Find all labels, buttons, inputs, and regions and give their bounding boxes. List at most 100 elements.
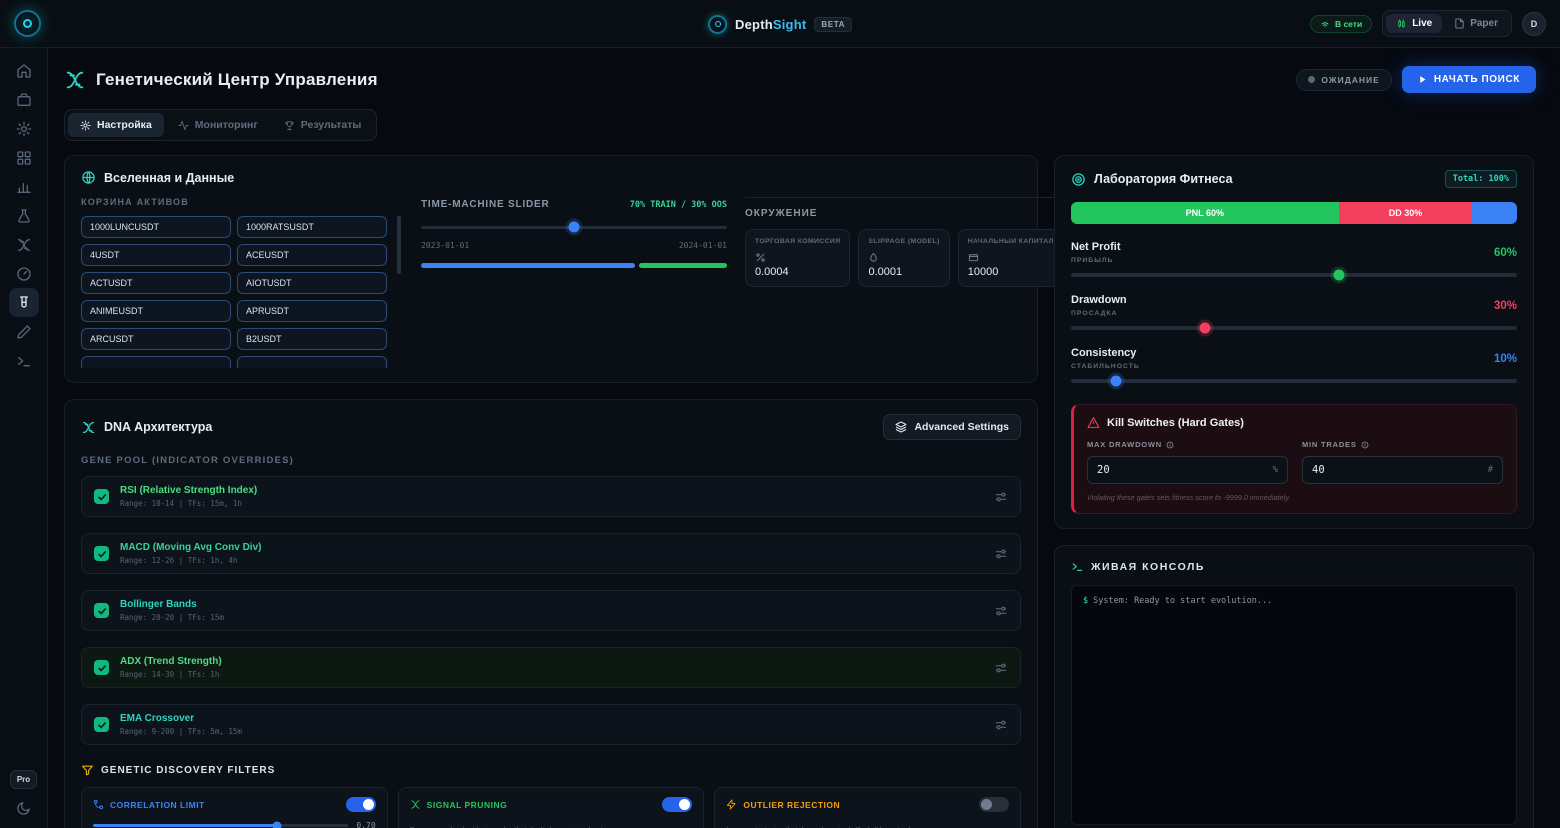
console-title: ЖИВАЯ КОНСОЛЬ — [1091, 561, 1205, 573]
net-profit-metric: Net Profit ПРИБЫЛЬ 60% — [1071, 241, 1517, 277]
sidebar-item-portfolio[interactable] — [9, 85, 39, 114]
theme-toggle[interactable] — [16, 801, 31, 816]
kill-switches-panel: Kill Switches (Hard Gates) MAX DRAWDOWN … — [1071, 404, 1517, 514]
sliders-icon[interactable] — [994, 490, 1008, 504]
sliders-icon[interactable] — [994, 718, 1008, 732]
asset-list-scrollbar[interactable] — [397, 216, 401, 274]
drawdown-sublabel: ПРОСАДКА — [1071, 310, 1127, 317]
correlation-slider-thumb[interactable] — [272, 821, 281, 828]
brand-name: DepthSight — [735, 17, 806, 32]
max-drawdown-input[interactable] — [1097, 464, 1273, 476]
time-machine-slider[interactable] — [421, 221, 727, 233]
correlation-slider[interactable] — [93, 824, 348, 827]
asset-chip[interactable]: ACEUSDT — [237, 244, 387, 266]
asset-chip[interactable] — [81, 356, 231, 368]
asset-chip[interactable]: B2USDT — [237, 328, 387, 350]
sidebar-item-home[interactable] — [9, 56, 39, 85]
asset-chip[interactable]: 1000RATSUSDT — [237, 216, 387, 238]
indicator-name: RSI (Relative Strength Index) — [120, 485, 983, 496]
asset-chip[interactable]: ARCUSDT — [81, 328, 231, 350]
brand: DepthSight BETA — [708, 0, 852, 48]
trophy-icon — [284, 120, 295, 131]
advanced-settings-button[interactable]: Advanced Settings — [883, 414, 1021, 440]
warning-icon — [1087, 416, 1100, 429]
sidebar-item-settings[interactable] — [9, 114, 39, 143]
sidebar-item-lab[interactable] — [9, 201, 39, 230]
consistency-slider-thumb[interactable] — [1110, 376, 1121, 387]
candles-icon — [1396, 18, 1407, 29]
net-profit-slider-thumb[interactable] — [1333, 270, 1344, 281]
correlation-slider-fill — [93, 824, 277, 827]
drawdown-slider[interactable] — [1071, 326, 1517, 330]
drawdown-value: 30% — [1494, 300, 1517, 312]
time-machine-slider-thumb[interactable] — [569, 222, 580, 233]
asset-chip[interactable]: 4USDT — [81, 244, 231, 266]
indicator-meta: Range: 9-200 | TFs: 5m, 15m — [120, 727, 983, 736]
live-console-card: ЖИВАЯ КОНСОЛЬ $System: Ready to start ev… — [1054, 545, 1534, 828]
indicator-row-ema[interactable]: EMA CrossoverRange: 9-200 | TFs: 5m, 15m — [81, 704, 1021, 745]
sidebar-item-editor[interactable] — [9, 317, 39, 346]
pencil-icon — [16, 324, 32, 340]
live-mode-button[interactable]: Live — [1386, 14, 1442, 33]
indicator-checkbox[interactable] — [94, 717, 109, 732]
sidebar-item-analytics[interactable] — [9, 172, 39, 201]
net-profit-slider[interactable] — [1071, 273, 1517, 277]
tab-results[interactable]: Результаты — [272, 113, 374, 137]
filters-label: GENETIC DISCOVERY FILTERS — [101, 765, 275, 776]
indicator-checkbox[interactable] — [94, 546, 109, 561]
app-logo-icon — [14, 10, 41, 37]
sidebar-item-genetics[interactable] — [9, 288, 39, 317]
commission-card[interactable]: ТОРГОВАЯ КОМИССИЯ 0.0004 — [745, 229, 850, 287]
sidebar-item-strategy[interactable] — [9, 230, 39, 259]
oos-segment — [639, 263, 727, 268]
layers-icon — [895, 421, 907, 433]
asset-chip[interactable]: ACTUSDT — [81, 272, 231, 294]
indicator-checkbox[interactable] — [94, 603, 109, 618]
status-label: ОЖИДАНИЕ — [1321, 75, 1379, 85]
universe-title: Вселенная и Данные — [104, 171, 234, 185]
tab-setup[interactable]: Настройка — [68, 113, 164, 137]
check-icon — [97, 663, 107, 673]
indicator-row-adx[interactable]: ADX (Trend Strength)Range: 14-30 | TFs: … — [81, 647, 1021, 688]
indicator-row-rsi[interactable]: RSI (Relative Strength Index)Range: 10-1… — [81, 476, 1021, 517]
asset-chip[interactable]: APRUSDT — [237, 300, 387, 322]
consistency-slider[interactable] — [1071, 379, 1517, 383]
sliders-icon[interactable] — [994, 547, 1008, 561]
wallet-icon — [968, 252, 979, 263]
correlation-limit-toggle[interactable] — [346, 797, 376, 812]
sidebar-item-modules[interactable] — [9, 143, 39, 172]
asset-chip[interactable]: AIOTUSDT — [237, 272, 387, 294]
asset-chip[interactable]: ANIMEUSDT — [81, 300, 231, 322]
bar-chart-icon — [16, 179, 32, 195]
sliders-icon[interactable] — [994, 661, 1008, 675]
indicator-row-macd[interactable]: MACD (Moving Avg Conv Div)Range: 12-26 |… — [81, 533, 1021, 574]
correlation-limit-label: CORRELATION LIMIT — [110, 800, 205, 810]
indicator-name: MACD (Moving Avg Conv Div) — [120, 542, 983, 553]
pro-badge[interactable]: Pro — [10, 770, 37, 789]
start-search-button[interactable]: НАЧАТЬ ПОИСК — [1402, 66, 1536, 93]
signal-pruning-toggle[interactable] — [662, 797, 692, 812]
asset-chip[interactable] — [237, 356, 387, 368]
signal-pruning-card: SIGNAL PRUNING Removes redundant logic n… — [398, 787, 705, 828]
capital-card[interactable]: НАЧАЛЬНЫЙ КАПИТАЛ 10000 — [958, 229, 1064, 287]
tab-monitoring-label: Мониторинг — [195, 119, 258, 131]
slippage-card[interactable]: SLIPPAGE (MODEL) 0.0001 — [858, 229, 949, 287]
indicator-checkbox[interactable] — [94, 489, 109, 504]
indicator-checkbox[interactable] — [94, 660, 109, 675]
globe-icon — [81, 170, 96, 185]
asset-chip[interactable]: 1000LUNCUSDT — [81, 216, 231, 238]
paper-mode-button[interactable]: Paper — [1444, 14, 1508, 33]
signal-pruning-label: SIGNAL PRUNING — [427, 800, 508, 810]
user-avatar[interactable]: D — [1522, 12, 1546, 36]
drawdown-metric: Drawdown ПРОСАДКА 30% — [1071, 294, 1517, 330]
indicator-row-bollinger[interactable]: Bollinger BandsRange: 20-20 | TFs: 15m — [81, 590, 1021, 631]
outlier-rejection-toggle[interactable] — [979, 797, 1009, 812]
sidebar-item-exchange[interactable] — [9, 259, 39, 288]
sliders-icon[interactable] — [994, 604, 1008, 618]
tab-monitoring[interactable]: Мониторинг — [166, 113, 270, 137]
activity-icon — [178, 120, 189, 131]
drawdown-slider-thumb[interactable] — [1199, 323, 1210, 334]
advanced-settings-label: Advanced Settings — [914, 421, 1009, 433]
min-trades-input[interactable] — [1312, 464, 1488, 476]
sidebar-item-terminal[interactable] — [9, 346, 39, 375]
